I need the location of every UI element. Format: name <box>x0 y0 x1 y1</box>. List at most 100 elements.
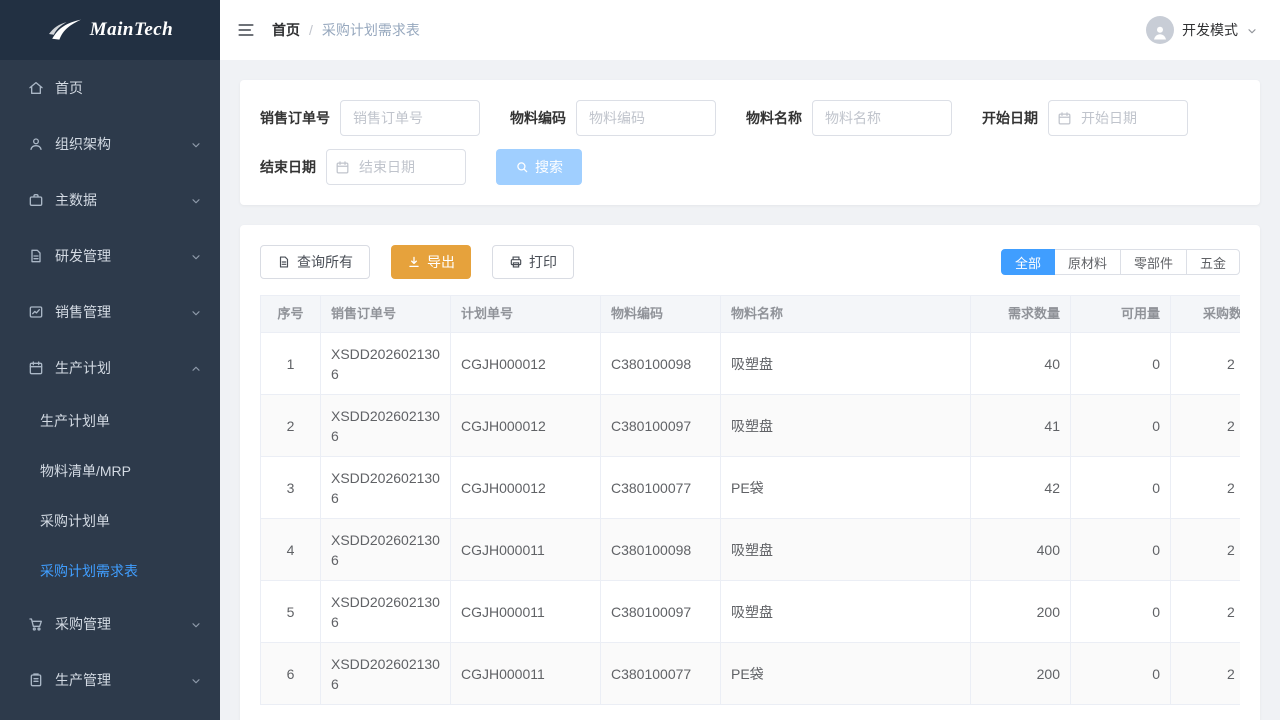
sidebar-subitem-5-2[interactable]: 采购计划单 <box>0 496 220 546</box>
cell-4-6: 0 <box>1071 581 1171 643</box>
sidebar-item-2[interactable]: 主数据 <box>0 172 220 228</box>
sidebar-item-6[interactable]: 采购管理 <box>0 596 220 652</box>
chevron-down-icon <box>190 618 202 630</box>
tab-1[interactable]: 原材料 <box>1054 249 1121 275</box>
briefcase-icon <box>28 192 44 208</box>
cell-4-5: 200 <box>971 581 1071 643</box>
cart-icon <box>28 616 44 632</box>
sidebar-item-3[interactable]: 研发管理 <box>0 228 220 284</box>
column-header-3: 物料编码 <box>601 296 721 333</box>
column-header-0: 序号 <box>261 296 321 333</box>
sidebar-subitem-5-3[interactable]: 采购计划需求表 <box>0 546 220 596</box>
cell-2-6: 0 <box>1071 457 1171 519</box>
table-row-0[interactable]: 1XSDD2026021306CGJH000012C380100098吸塑盘40… <box>261 333 1241 395</box>
sidebar-item-1[interactable]: 组织架构 <box>0 116 220 172</box>
table-row-3[interactable]: 4XSDD2026021306CGJH000011C380100098吸塑盘40… <box>261 519 1241 581</box>
cell-4-1: XSDD2026021306 <box>321 581 451 643</box>
tab-0[interactable]: 全部 <box>1001 249 1055 275</box>
cell-4-2: CGJH000011 <box>451 581 601 643</box>
cell-4-0: 5 <box>261 581 321 643</box>
filter-row-2: 结束日期 搜索 <box>260 149 1240 185</box>
category-tabs: 全部原材料零部件五金 <box>1001 249 1240 275</box>
cell-2-4: PE袋 <box>721 457 971 519</box>
sidebar-item-0[interactable]: 首页 <box>0 60 220 116</box>
sales-order-input[interactable] <box>340 100 480 136</box>
column-header-4: 物料名称 <box>721 296 971 333</box>
sidebar-item-label: 首页 <box>55 78 202 98</box>
chevron-down-icon <box>190 194 202 206</box>
export-button[interactable]: 导出 <box>391 245 471 279</box>
cell-0-0: 1 <box>261 333 321 395</box>
cell-3-2: CGJH000011 <box>451 519 601 581</box>
cell-0-3: C380100098 <box>601 333 721 395</box>
sidebar-item-label: 生产管理 <box>55 670 190 690</box>
column-header-6: 可用量 <box>1071 296 1171 333</box>
export-label: 导出 <box>427 252 455 272</box>
tab-2[interactable]: 零部件 <box>1120 249 1187 275</box>
cell-3-0: 4 <box>261 519 321 581</box>
sidebar-subitem-5-0[interactable]: 生产计划单 <box>0 396 220 446</box>
sidebar-item-5[interactable]: 生产计划 <box>0 340 220 396</box>
breadcrumb-current: 采购计划需求表 <box>322 20 420 40</box>
filter-label-sales-order: 销售订单号 <box>260 108 330 128</box>
cell-5-5: 200 <box>971 643 1071 705</box>
cell-0-6: 0 <box>1071 333 1171 395</box>
user-menu[interactable]: 开发模式 <box>1146 16 1258 44</box>
column-header-2: 计划单号 <box>451 296 601 333</box>
user-mode-label: 开发模式 <box>1182 20 1238 40</box>
end-date-input[interactable] <box>326 149 466 185</box>
cell-5-1: XSDD2026021306 <box>321 643 451 705</box>
filter-item-sales-order: 销售订单号 <box>260 100 480 136</box>
cell-1-0: 2 <box>261 395 321 457</box>
filter-label-end-date: 结束日期 <box>260 157 316 177</box>
cell-2-2: CGJH000012 <box>451 457 601 519</box>
user-icon <box>28 136 44 152</box>
table-row-5[interactable]: 6XSDD2026021306CGJH000011C380100077PE袋20… <box>261 643 1241 705</box>
clipboard-icon <box>28 672 44 688</box>
material-code-input[interactable] <box>576 100 716 136</box>
document-icon <box>277 255 291 269</box>
breadcrumb-home[interactable]: 首页 <box>272 20 300 40</box>
filter-label-material-code: 物料编码 <box>510 108 566 128</box>
cell-2-5: 42 <box>971 457 1071 519</box>
cell-4-4: 吸塑盘 <box>721 581 971 643</box>
table-row-2[interactable]: 3XSDD2026021306CGJH000012C380100077PE袋42… <box>261 457 1241 519</box>
cell-3-7: 2 <box>1171 519 1241 581</box>
material-name-input[interactable] <box>812 100 952 136</box>
print-button[interactable]: 打印 <box>492 245 574 279</box>
table-row-1[interactable]: 2XSDD2026021306CGJH000012C380100097吸塑盘41… <box>261 395 1241 457</box>
table-row-4[interactable]: 5XSDD2026021306CGJH000011C380100097吸塑盘20… <box>261 581 1241 643</box>
sidebar-item-7[interactable]: 生产管理 <box>0 652 220 708</box>
cell-2-1: XSDD2026021306 <box>321 457 451 519</box>
data-table-wrapper: 序号销售订单号计划单号物料编码物料名称需求数量可用量采购数量1XSDD20260… <box>260 295 1240 705</box>
filter-item-material-name: 物料名称 <box>746 100 952 136</box>
query-all-label: 查询所有 <box>297 252 353 272</box>
cell-5-3: C380100077 <box>601 643 721 705</box>
query-all-button[interactable]: 查询所有 <box>260 245 370 279</box>
print-label: 打印 <box>529 252 557 272</box>
cell-3-5: 400 <box>971 519 1071 581</box>
search-button[interactable]: 搜索 <box>496 149 582 185</box>
filter-card: 销售订单号物料编码物料名称开始日期 结束日期 搜索 <box>240 80 1260 205</box>
sidebar-menu: 首页组织架构主数据研发管理销售管理生产计划生产计划单物料清单/MRP采购计划单采… <box>0 60 220 708</box>
cell-3-4: 吸塑盘 <box>721 519 971 581</box>
start-date-input[interactable] <box>1048 100 1188 136</box>
tab-3[interactable]: 五金 <box>1186 249 1240 275</box>
filter-row-1: 销售订单号物料编码物料名称开始日期 <box>260 100 1240 136</box>
download-icon <box>407 255 421 269</box>
logo-swoosh-icon <box>47 18 83 42</box>
chart-icon <box>28 304 44 320</box>
sidebar-item-4[interactable]: 销售管理 <box>0 284 220 340</box>
search-icon <box>515 160 529 174</box>
table-card: 查询所有 导出 打印 全部原材料零部件五金 序号销售订单号计划单号物料编 <box>240 225 1260 720</box>
cell-4-3: C380100097 <box>601 581 721 643</box>
cell-4-7: 2 <box>1171 581 1241 643</box>
cell-2-7: 2 <box>1171 457 1241 519</box>
cell-1-3: C380100097 <box>601 395 721 457</box>
cell-5-0: 6 <box>261 643 321 705</box>
cell-5-7: 2 <box>1171 643 1241 705</box>
sidebar-subitem-5-1[interactable]: 物料清单/MRP <box>0 446 220 496</box>
hamburger-icon[interactable] <box>236 20 256 40</box>
toolbar-buttons: 查询所有 导出 打印 <box>260 245 574 279</box>
chevron-up-icon <box>190 362 202 374</box>
